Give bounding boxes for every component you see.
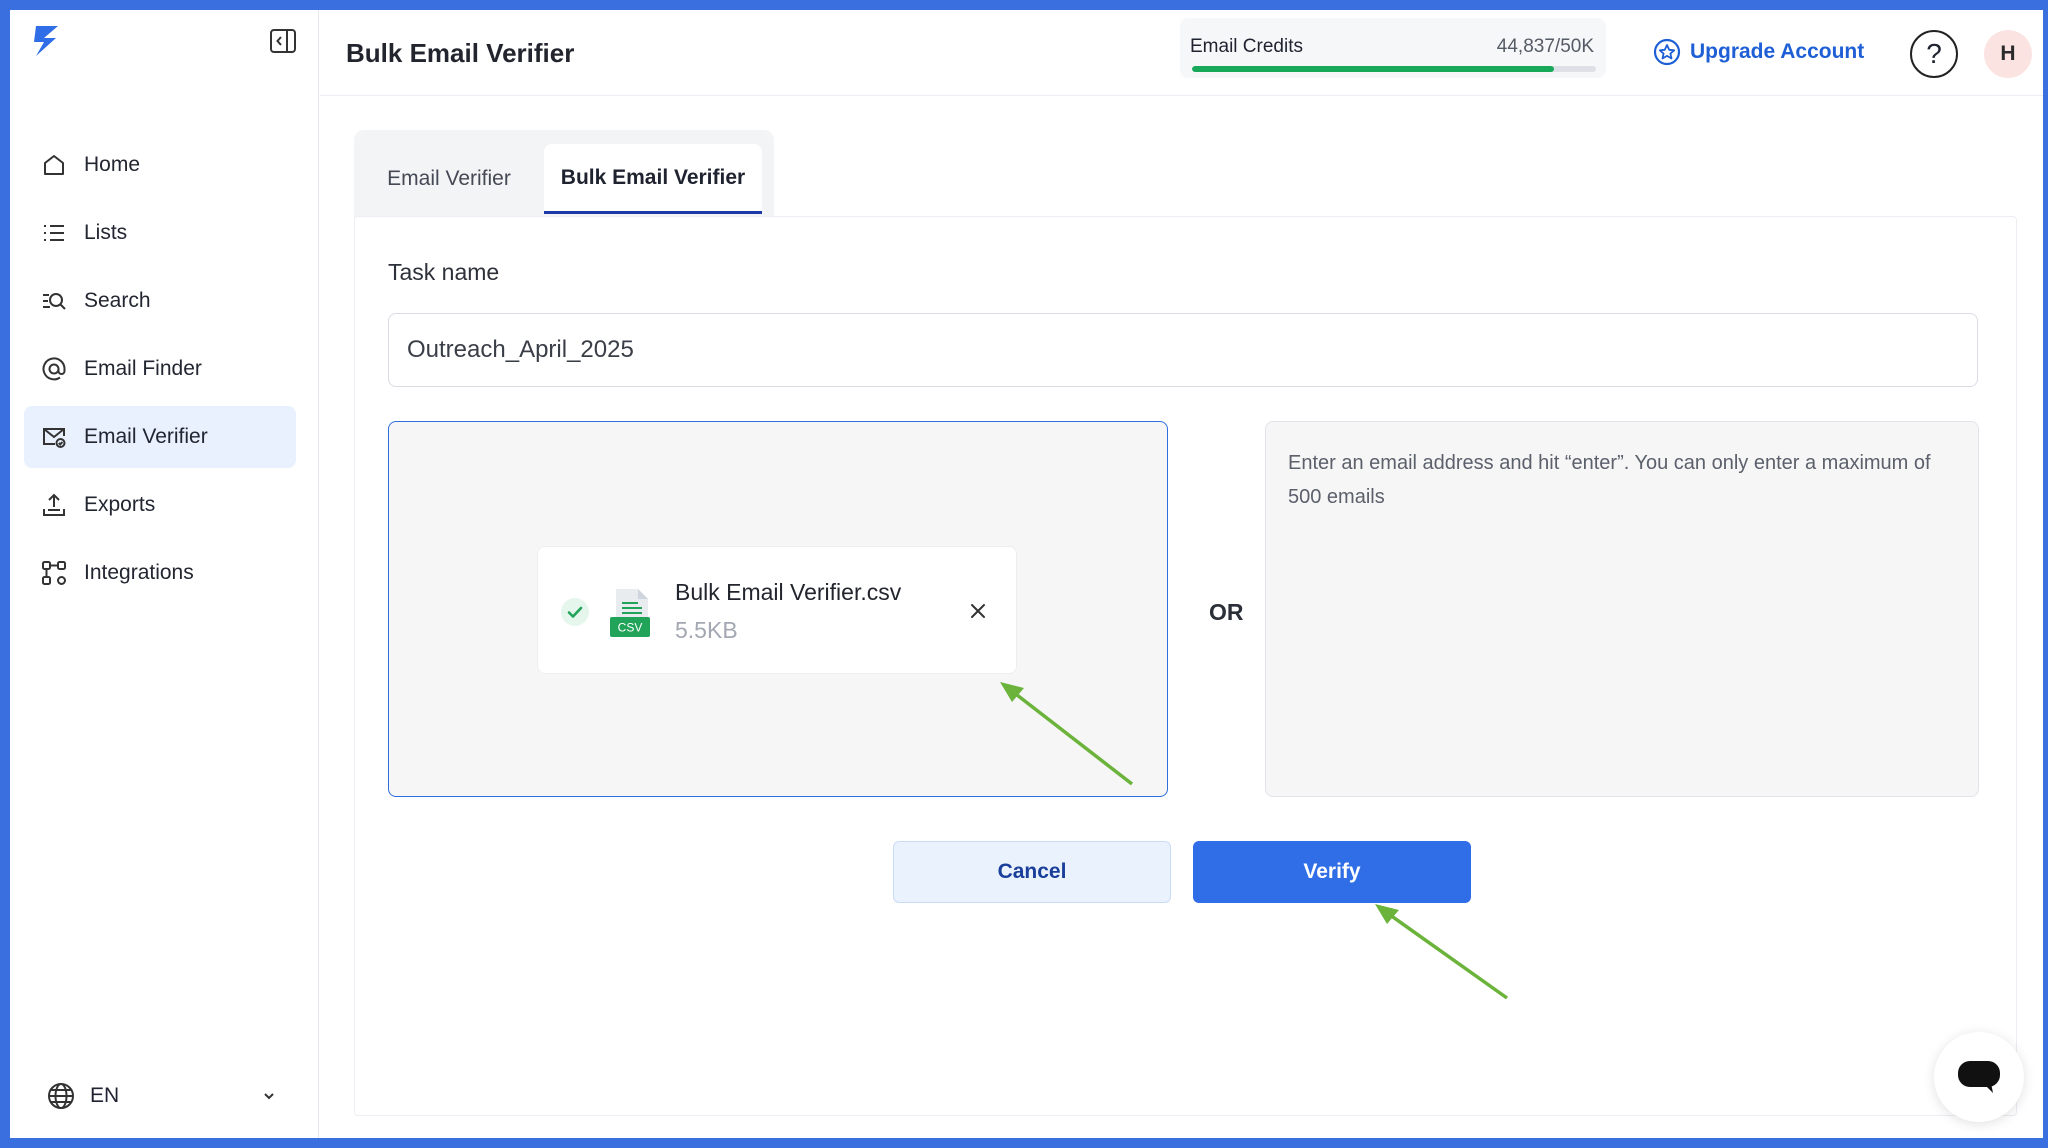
credits-label: Email Credits <box>1190 36 1303 57</box>
sidebar: Home Lists Search Email Finder Email Ver… <box>10 10 319 1138</box>
home-icon <box>40 151 68 179</box>
credits-progress-bar <box>1192 66 1596 72</box>
sidebar-nav: Home Lists Search Email Finder Email Ver… <box>24 134 296 610</box>
sidebar-item-integrations[interactable]: Integrations <box>24 542 296 604</box>
email-credits-meter: Email Credits 44,837/50K <box>1180 18 1606 78</box>
sidebar-item-label: Search <box>84 289 151 312</box>
file-type-badge: CSV <box>618 621 643 635</box>
sidebar-item-search[interactable]: Search <box>24 270 296 332</box>
task-name-input[interactable] <box>388 313 1978 387</box>
chat-bubble-icon <box>1958 1061 2000 1093</box>
csv-file-icon: CSV <box>610 589 650 637</box>
sidebar-item-label: Lists <box>84 221 128 244</box>
file-name: Bulk Email Verifier.csv <box>675 579 902 605</box>
verifier-tabs: Email Verifier Bulk Email Verifier <box>354 130 774 228</box>
upgrade-label: Upgrade Account <box>1690 40 1865 63</box>
user-avatar[interactable]: H <box>1984 30 2032 78</box>
sidebar-item-email-finder[interactable]: Email Finder <box>24 338 296 400</box>
cancel-button[interactable]: Cancel <box>893 841 1171 903</box>
tab-label: Email Verifier <box>387 167 511 190</box>
upgrade-account-link[interactable]: Upgrade Account <box>1652 30 1864 74</box>
sidebar-item-label: Exports <box>84 493 156 516</box>
at-sign-icon <box>40 355 68 383</box>
globe-icon <box>48 1083 74 1109</box>
page-title: Bulk Email Verifier <box>346 38 575 68</box>
sidebar-item-lists[interactable]: Lists <box>24 202 296 264</box>
bulk-verifier-panel: Task name CSV Bulk Email Verifier.csv 5.… <box>354 216 2017 1116</box>
sidebar-item-exports[interactable]: Exports <box>24 474 296 536</box>
collapse-sidebar-icon[interactable] <box>268 26 298 56</box>
sidebar-item-label: Email Verifier <box>84 425 208 448</box>
export-icon <box>40 491 68 519</box>
remove-file-icon[interactable] <box>966 599 990 623</box>
credits-progress-fill <box>1192 66 1555 72</box>
file-size: 5.5KB <box>675 617 738 643</box>
integrations-icon <box>40 559 68 587</box>
or-divider-label: OR <box>1209 599 1244 625</box>
app-window: Home Lists Search Email Finder Email Ver… <box>10 10 2043 1138</box>
sidebar-item-label: Home <box>84 153 141 176</box>
tab-label: Bulk Email Verifier <box>560 165 746 189</box>
task-name-label: Task name <box>388 259 500 285</box>
avatar-initial: H <box>2000 42 2016 65</box>
sidebar-item-home[interactable]: Home <box>24 134 296 196</box>
upgrade-badge-icon <box>1653 38 1681 66</box>
language-label: EN <box>90 1084 120 1107</box>
sidebar-item-label: Email Finder <box>84 357 202 380</box>
mail-check-icon <box>40 423 68 451</box>
search-icon <box>40 287 68 315</box>
help-button[interactable]: ? <box>1910 30 1958 78</box>
verify-button[interactable]: Verify <box>1193 841 1471 903</box>
chevron-down-icon <box>264 1093 274 1100</box>
chat-support-button[interactable] <box>1934 1032 2024 1122</box>
uploaded-file-card: CSV Bulk Email Verifier.csv 5.5KB <box>537 546 1017 674</box>
list-icon <box>40 219 68 247</box>
tab-email-verifier[interactable]: Email Verifier <box>354 144 544 214</box>
question-mark-icon: ? <box>1926 38 1942 69</box>
sidebar-item-email-verifier[interactable]: Email Verifier <box>24 406 296 468</box>
check-circle-icon <box>561 598 589 626</box>
app-logo-icon[interactable] <box>28 22 64 58</box>
tab-bulk-email-verifier[interactable]: Bulk Email Verifier <box>544 144 762 214</box>
sidebar-item-label: Integrations <box>84 561 194 584</box>
email-list-input[interactable] <box>1265 421 1979 797</box>
file-dropzone[interactable]: CSV Bulk Email Verifier.csv 5.5KB <box>388 421 1168 797</box>
top-header: Bulk Email Verifier Email Credits 44,837… <box>320 10 2043 96</box>
credits-value: 44,837/50K <box>1496 36 1594 57</box>
language-selector[interactable]: EN <box>46 1074 278 1118</box>
